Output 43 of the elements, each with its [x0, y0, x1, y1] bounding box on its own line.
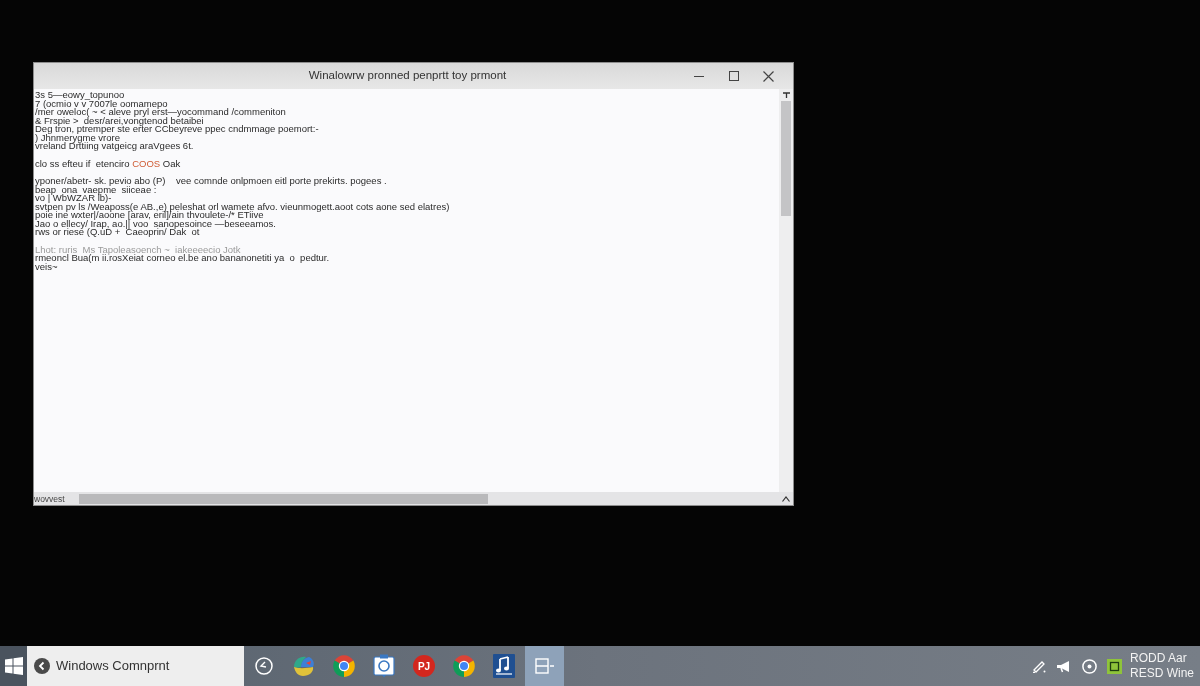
console-line: rmeoncl Bua(m ii.rosXeiat corneo el.be ano bananonetiti ya o pedtur. [35, 254, 330, 263]
console-line: veis~ [35, 262, 58, 271]
console-line: 3s 5—eowy_topunoo [35, 91, 125, 100]
window-title: Winalowrw pronned penprtt toy prmont [308, 68, 507, 84]
console-line: ) Jhnmerygme vrore [35, 133, 120, 142]
round-browser-icon [452, 654, 476, 678]
round-logo-icon [292, 655, 316, 677]
windows-logo-icon [4, 657, 23, 675]
back-circle-icon [34, 658, 50, 674]
letter-logo: PJ [413, 655, 435, 677]
music-tile-icon [493, 654, 515, 678]
scrollbar-thumb[interactable] [781, 101, 791, 216]
console-line: Jao o ellecy/ Irap, ao.|| voo sanopesoince —beseeamos. [35, 219, 276, 228]
circle-dot-icon [1082, 658, 1097, 674]
note-icon [373, 654, 395, 678]
window-button[interactable]: Windows Comnprnt [27, 646, 244, 686]
console-line: Lhot: ruris Ms Tapoleasoench ~ iakeeeecio Jotk [35, 245, 241, 254]
close-icon [763, 70, 774, 82]
scroll-up-icon [782, 92, 790, 98]
clock-icon [255, 657, 273, 675]
round-browser-icon [332, 654, 356, 678]
console-line: vo | WbWZAR lb)- [35, 194, 112, 203]
maximize-icon [728, 71, 739, 81]
minimize-icon [693, 75, 704, 77]
clock-button[interactable]: RODD Aar RESD Wine [1127, 646, 1200, 686]
pen-icon [1032, 659, 1047, 673]
console-line: Deg tron, ptremper ste erter CCbeyreve ppec cndmmage poemort:- [35, 125, 319, 134]
console-line: rws or riese (Q.uD + Caeoprin/ Dak ot [35, 228, 200, 237]
taskbar-app-button[interactable]: PJ [405, 646, 443, 686]
console-line: 7 (ocmio v v 7007le oomamepo [35, 99, 168, 108]
console-line: vreland Drttiing vatgeicg araVgees 6t. [35, 142, 194, 151]
console-line: yponer/abetr- sk. pevio abo (P) vee comnde onlpmoen eitl porte prekirts. pogees . [35, 177, 387, 186]
console-line: poie ine wxter|/aoone [arav, eril]/ain thvoulete-/* ETiive [35, 211, 264, 220]
start-button[interactable] [0, 646, 27, 686]
console-line: /mer oweloc( ~ < aleve pryl erst—yocommand /commeniton [35, 108, 286, 117]
console-line: beap ona vaepme siiceae : [35, 185, 157, 194]
console-line: & Frspie > desr/arei,vongtenod betaibei [35, 116, 204, 125]
window-icon [534, 658, 555, 674]
console-line: clo ss efteu if etenciro COOS Oak [35, 159, 181, 168]
status-text: wovvest [34, 493, 66, 504]
square-icon [1107, 658, 1122, 674]
console-line: svtpen pv ls /Weaposs(e AB.,e) peleshat orl wamete afvo. vieunmogett.aoot cots aone sed elatres) [35, 202, 450, 211]
horizontal-thumb[interactable] [79, 493, 488, 504]
